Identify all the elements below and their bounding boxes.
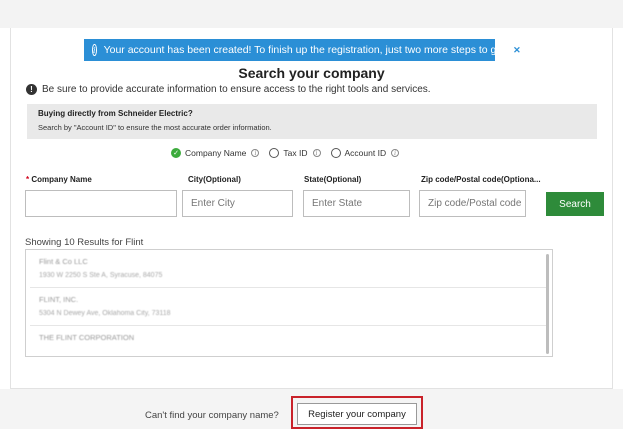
accuracy-note: ! Be sure to provide accurate informatio… <box>26 84 431 95</box>
radio-icon <box>330 148 341 158</box>
result-address: 1930 W 2250 S Ste A, Syracuse, 84075 <box>39 272 163 279</box>
success-banner: i Your account has been created! To fini… <box>84 39 521 61</box>
accuracy-note-text: Be sure to provide accurate information … <box>42 84 431 95</box>
search-type-radio-group: ✓ Company Name i Tax ID i Account ID i <box>171 148 409 158</box>
result-name: FLINT, INC. <box>39 295 79 304</box>
list-item[interactable]: Flint & Co LLC 1930 W 2250 S Ste A, Syra… <box>30 250 548 288</box>
banner-message: Your account has been created! To finish… <box>103 44 506 56</box>
radio-account-id[interactable]: Account ID i <box>330 148 400 158</box>
checked-radio-icon: ✓ <box>171 148 181 158</box>
results-list[interactable]: Flint & Co LLC 1930 W 2250 S Ste A, Syra… <box>25 249 553 357</box>
company-name-label-text: Company Name <box>31 175 92 184</box>
required-marker: * <box>26 175 30 184</box>
info-icon: i <box>92 44 97 56</box>
radio-tax-id-label: Tax ID <box>283 148 308 158</box>
direct-buyer-info-box: Buying directly from Schneider Electric?… <box>27 104 597 139</box>
result-name: THE FLINT CORPORATION <box>39 333 135 342</box>
city-label: City(Optional) <box>188 175 241 184</box>
close-icon[interactable]: ✕ <box>513 44 521 56</box>
zip-input[interactable] <box>419 190 526 217</box>
cant-find-prompt: Can't find your company name? <box>145 410 279 421</box>
state-label: State(Optional) <box>304 175 362 184</box>
result-name: Flint & Co LLC <box>39 257 88 266</box>
search-button[interactable]: Search <box>546 192 604 216</box>
list-item[interactable]: THE FLINT CORPORATION <box>30 326 548 356</box>
zip-label: Zip code/Postal code(Optiona... <box>421 175 541 184</box>
help-icon[interactable]: i <box>251 149 260 157</box>
state-input[interactable] <box>303 190 410 217</box>
info-box-text: Search by "Account ID" to ensure the mos… <box>38 123 272 132</box>
alert-icon: ! <box>26 84 37 95</box>
radio-company-name[interactable]: ✓ Company Name i <box>171 148 260 158</box>
city-input[interactable] <box>182 190 293 217</box>
company-name-label: * Company Name <box>26 175 92 184</box>
radio-account-id-label: Account ID <box>344 148 387 158</box>
result-address: 5304 N Dewey Ave, Oklahoma City, 73118 <box>39 310 171 317</box>
radio-tax-id[interactable]: Tax ID i <box>269 148 321 158</box>
results-scrollbar[interactable] <box>546 254 549 354</box>
results-summary: Showing 10 Results for Flint <box>25 237 144 248</box>
list-item[interactable]: FLINT, INC. 5304 N Dewey Ave, Oklahoma C… <box>30 288 548 326</box>
help-icon[interactable]: i <box>391 149 400 157</box>
info-box-heading: Buying directly from Schneider Electric? <box>38 109 193 118</box>
top-bar <box>0 0 623 28</box>
page-title: Search your company <box>238 65 385 81</box>
help-icon[interactable]: i <box>312 149 321 157</box>
radio-company-name-label: Company Name <box>185 148 247 158</box>
company-name-input[interactable] <box>25 190 177 217</box>
radio-icon <box>269 148 280 158</box>
register-company-button[interactable]: Register your company <box>297 403 417 425</box>
